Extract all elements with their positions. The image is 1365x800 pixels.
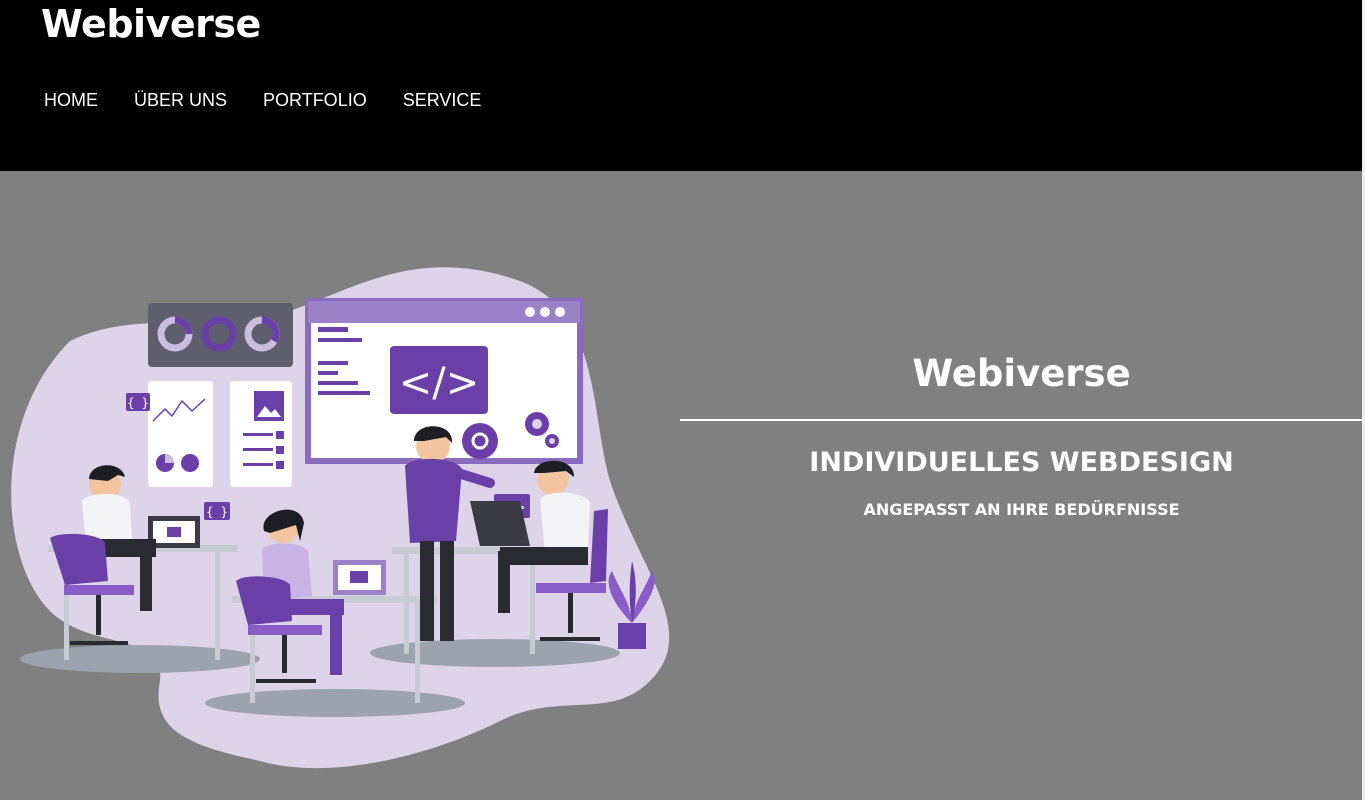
donut-card <box>148 303 293 367</box>
hero-divider <box>680 419 1363 421</box>
nav-item-portfolio[interactable]: PORTFOLIO <box>263 89 367 111</box>
floor-shadow-left <box>20 645 260 673</box>
brand-logo[interactable]: Webiverse <box>41 1 261 47</box>
browser-titlebar <box>308 301 580 323</box>
analytics-card <box>148 381 213 487</box>
code-symbol-icon: </> <box>399 360 480 406</box>
svg-text:{ }: { } <box>206 505 228 519</box>
hero-subtitle: INDIVIDUELLES WEBDESIGN <box>809 447 1234 478</box>
window-dots-icon <box>525 307 565 317</box>
team-web-development-illustration: </> { } { } </> <box>11 267 670 769</box>
nav-item-home[interactable]: HOME <box>44 89 98 111</box>
svg-text:{ }: { } <box>127 396 149 410</box>
hero-text-block: Webiverse INDIVIDUELLES WEBDESIGN ANGEPA… <box>680 349 1363 521</box>
site-header: Webiverse HOME ÜBER UNS PORTFOLIO SERVIC… <box>0 0 1365 171</box>
main-nav: HOME ÜBER UNS PORTFOLIO SERVICE <box>44 89 481 111</box>
nav-item-ueber-uns[interactable]: ÜBER UNS <box>134 89 227 111</box>
hero-title: Webiverse <box>912 352 1131 395</box>
floor-shadow-center <box>205 689 465 717</box>
nav-item-service[interactable]: SERVICE <box>403 89 482 111</box>
hero-section: </> { } { } </> <box>0 171 1365 800</box>
hero-tagline: ANGEPASST AN IHRE BEDÜRFNISSE <box>863 500 1180 519</box>
settings-bubble-icon <box>462 423 498 459</box>
